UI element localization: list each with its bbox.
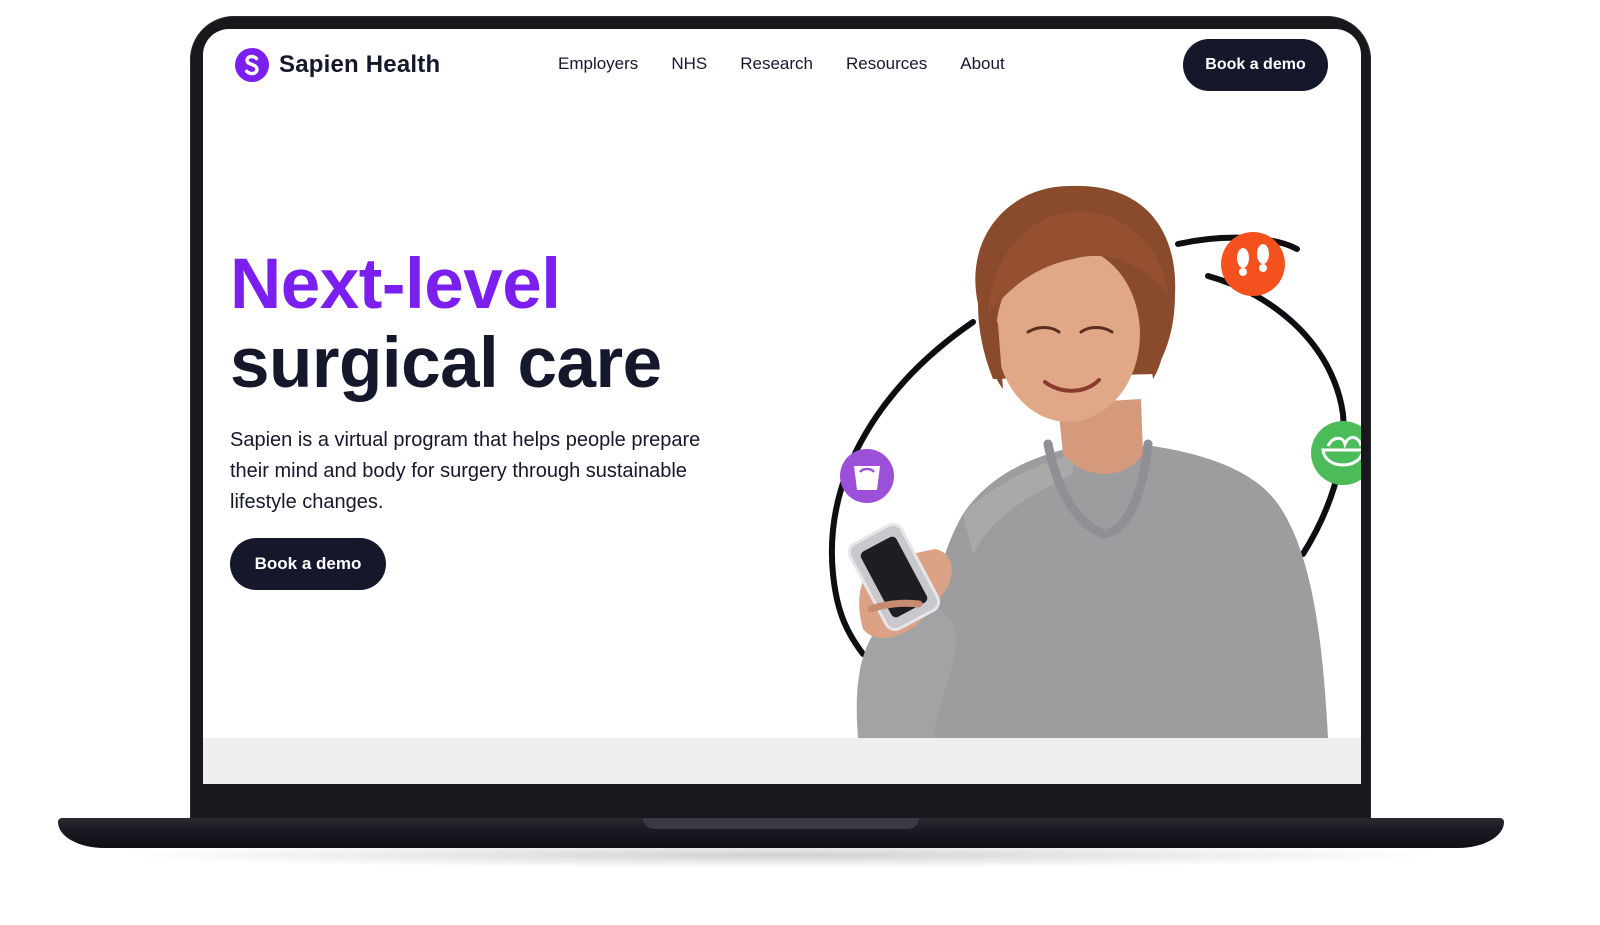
nav-item-about[interactable]: About — [960, 54, 1004, 74]
hero-illustration — [823, 154, 1361, 738]
brand-logo[interactable]: Sapien Health — [235, 48, 440, 82]
hero-title-line-1: Next-level — [230, 245, 561, 324]
laptop-mockup: Sapien Health Employers NHS Research Res… — [0, 0, 1600, 925]
hero-book-demo-button[interactable]: Book a demo — [230, 538, 386, 590]
sapien-logo-icon — [235, 48, 269, 82]
footsteps-icon — [1221, 232, 1285, 296]
main-nav: Employers NHS Research Resources About — [558, 54, 1038, 74]
nav-item-employers[interactable]: Employers — [558, 54, 638, 74]
next-section-strip — [203, 738, 1361, 784]
nav-item-research[interactable]: Research — [740, 54, 813, 74]
site-header: Sapien Health Employers NHS Research Res… — [203, 29, 1361, 101]
brand-name: Sapien Health — [279, 51, 441, 78]
hero-title-line-2: surgical care — [230, 324, 662, 403]
laptop-notch — [643, 818, 919, 829]
hero-description: Sapien is a virtual program that helps p… — [230, 429, 701, 513]
nav-item-nhs[interactable]: NHS — [671, 54, 707, 74]
hero-title: Next-level surgical care — [230, 245, 662, 403]
weight-scale-icon — [840, 449, 894, 503]
nav-item-resources[interactable]: Resources — [846, 54, 927, 74]
salad-bowl-icon — [1311, 421, 1361, 485]
website-screen: Sapien Health Employers NHS Research Res… — [203, 29, 1361, 784]
header-book-demo-button[interactable]: Book a demo — [1183, 39, 1328, 91]
